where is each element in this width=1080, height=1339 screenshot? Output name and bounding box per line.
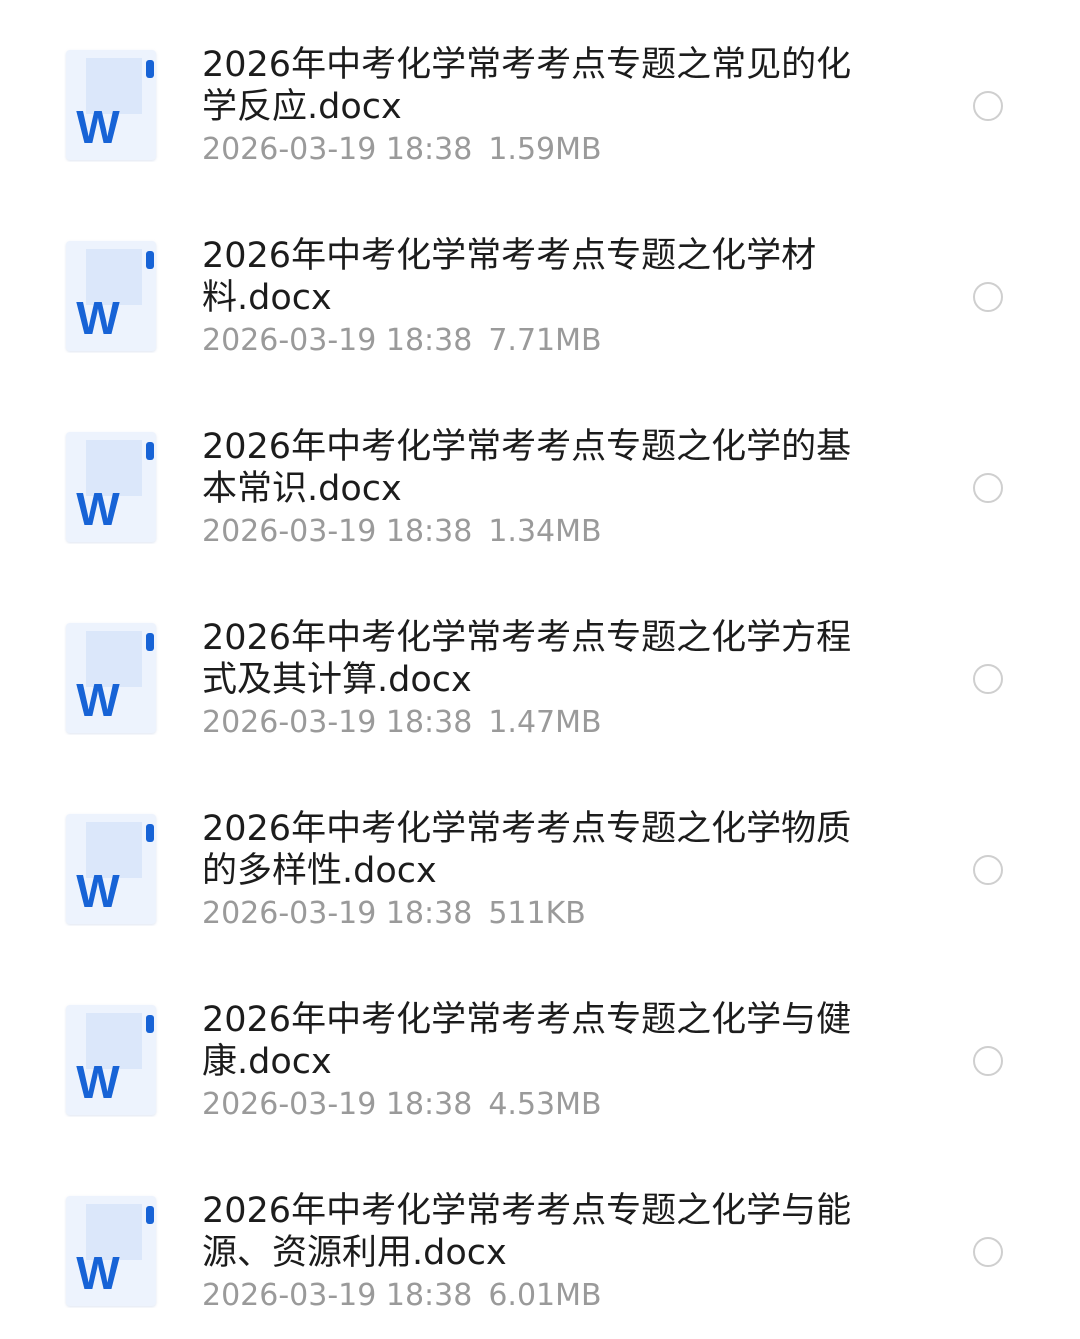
file-date: 2026-03-19 18:38 (202, 132, 473, 167)
word-doc-icon: W (64, 812, 160, 926)
svg-text:W: W (76, 865, 120, 917)
file-text: 2026年中考化学常考考点专题之化学与健康.docx 2026-03-19 18… (202, 999, 862, 1125)
file-list: W 2026年中考化学常考考点专题之常见的化学反应.docx 2026-03-1… (0, 0, 1080, 1339)
svg-text:W: W (76, 1056, 120, 1108)
file-size: 1.47MB (488, 705, 602, 740)
file-row[interactable]: W 2026年中考化学常考考点专题之化学的基本常识.docx 2026-03-1… (0, 382, 1080, 573)
svg-text:W: W (76, 101, 120, 153)
file-size: 6.01MB (488, 1278, 602, 1313)
file-date: 2026-03-19 18:38 (202, 1087, 473, 1122)
file-text: 2026年中考化学常考考点专题之化学与能源、资源利用.docx 2026-03-… (202, 1190, 862, 1316)
file-meta: 2026-03-19 18:38 1.47MB (202, 703, 862, 743)
file-text: 2026年中考化学常考考点专题之化学的基本常识.docx 2026-03-19 … (202, 426, 862, 552)
select-radio[interactable] (973, 282, 1003, 312)
file-date: 2026-03-19 18:38 (202, 514, 473, 549)
file-meta: 2026-03-19 18:38 1.59MB (202, 130, 862, 170)
svg-text:W: W (76, 1247, 120, 1299)
file-name: 2026年中考化学常考考点专题之化学材料.docx (202, 236, 817, 318)
file-name: 2026年中考化学常考考点专题之化学的基本常识.docx (202, 427, 852, 509)
file-row[interactable]: W 2026年中考化学常考考点专题之化学与能源、资源利用.docx 2026-0… (0, 1146, 1080, 1337)
select-radio[interactable] (973, 855, 1003, 885)
svg-text:W: W (76, 483, 120, 535)
file-text: 2026年中考化学常考考点专题之化学方程式及其计算.docx 2026-03-1… (202, 617, 862, 743)
word-doc-icon: W (64, 1194, 160, 1308)
select-radio[interactable] (973, 91, 1003, 121)
file-date: 2026-03-19 18:38 (202, 705, 473, 740)
select-radio[interactable] (973, 473, 1003, 503)
file-text: 2026年中考化学常考考点专题之化学物质的多样性.docx 2026-03-19… (202, 808, 862, 934)
file-name: 2026年中考化学常考考点专题之常见的化学反应.docx (202, 45, 852, 127)
file-size: 1.59MB (488, 132, 602, 167)
word-doc-icon: W (64, 48, 160, 162)
file-row[interactable]: W 2026年中考化学常考考点专题之化学与健康.docx 2026-03-19 … (0, 955, 1080, 1146)
file-row[interactable]: W 2026年中考化学常考考点专题之常见的化学反应.docx 2026-03-1… (0, 0, 1080, 191)
word-doc-icon: W (64, 1003, 160, 1117)
file-date: 2026-03-19 18:38 (202, 323, 473, 358)
file-name: 2026年中考化学常考考点专题之化学与健康.docx (202, 1000, 852, 1082)
file-size: 7.71MB (488, 323, 602, 358)
file-date: 2026-03-19 18:38 (202, 1278, 473, 1313)
select-radio[interactable] (973, 1237, 1003, 1267)
file-name: 2026年中考化学常考考点专题之化学与能源、资源利用.docx (202, 1191, 852, 1273)
file-meta: 2026-03-19 18:38 7.71MB (202, 321, 862, 361)
file-meta: 2026-03-19 18:38 6.01MB (202, 1276, 862, 1316)
file-size: 4.53MB (488, 1087, 602, 1122)
file-text: 2026年中考化学常考考点专题之常见的化学反应.docx 2026-03-19 … (202, 44, 862, 170)
svg-text:W: W (76, 674, 120, 726)
select-radio[interactable] (973, 1046, 1003, 1076)
file-meta: 2026-03-19 18:38 4.53MB (202, 1085, 862, 1125)
file-meta: 2026-03-19 18:38 511KB (202, 894, 862, 934)
word-doc-icon: W (64, 430, 160, 544)
file-date: 2026-03-19 18:38 (202, 896, 473, 931)
file-meta: 2026-03-19 18:38 1.34MB (202, 512, 862, 552)
word-doc-icon: W (64, 621, 160, 735)
select-radio[interactable] (973, 664, 1003, 694)
file-size: 511KB (488, 896, 586, 931)
file-row[interactable]: W 2026年中考化学常考考点专题之化学物质的多样性.docx 2026-03-… (0, 764, 1080, 955)
file-name: 2026年中考化学常考考点专题之化学方程式及其计算.docx (202, 618, 852, 700)
file-text: 2026年中考化学常考考点专题之化学材料.docx 2026-03-19 18:… (202, 235, 862, 361)
file-row[interactable]: W 2026年中考化学常考考点专题之化学材料.docx 2026-03-19 1… (0, 191, 1080, 382)
file-name: 2026年中考化学常考考点专题之化学物质的多样性.docx (202, 809, 852, 891)
svg-text:W: W (76, 292, 120, 344)
file-size: 1.34MB (488, 514, 602, 549)
file-row[interactable]: W 2026年中考化学常考考点专题之化学方程式及其计算.docx 2026-03… (0, 573, 1080, 764)
word-doc-icon: W (64, 239, 160, 353)
